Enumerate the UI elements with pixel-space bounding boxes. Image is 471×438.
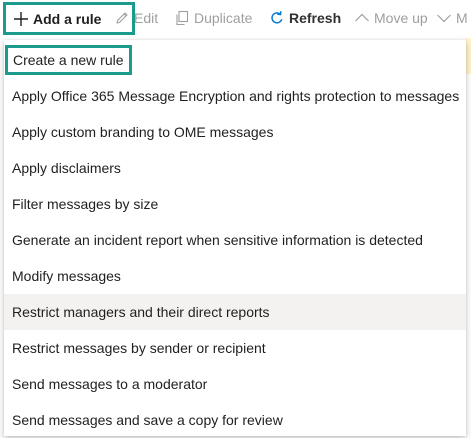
menu-item-filter-by-size[interactable]: Filter messages by size xyxy=(4,186,466,222)
menu-item-label: Generate an incident report when sensiti… xyxy=(12,232,423,248)
edit-label: Edit xyxy=(134,10,159,26)
menu-item-label: Restrict managers and their direct repor… xyxy=(12,304,270,320)
plus-icon xyxy=(13,11,29,27)
menu-item-label: Apply disclaimers xyxy=(12,160,121,176)
menu-item-restrict-sender-recipient[interactable]: Restrict messages by sender or recipient xyxy=(4,330,466,366)
command-bar: Add a rule Edit Duplicate Refresh Move u… xyxy=(0,0,471,36)
duplicate-button[interactable]: Duplicate xyxy=(174,0,252,36)
menu-item-label: Modify messages xyxy=(12,268,121,284)
menu-item-modify-messages[interactable]: Modify messages xyxy=(4,258,466,294)
menu-item-send-and-save-copy[interactable]: Send messages and save a copy for review xyxy=(4,402,466,438)
edit-button[interactable]: Edit xyxy=(114,0,158,36)
refresh-label: Refresh xyxy=(289,10,342,26)
menu-item-label: Apply Office 365 Message Encryption and … xyxy=(12,88,460,104)
chevron-up-icon xyxy=(354,10,370,26)
menu-item-label: Send messages and save a copy for review xyxy=(12,412,283,428)
add-rule-label: Add a rule xyxy=(33,10,102,27)
move-down-partial-label: M xyxy=(456,10,468,26)
menu-item-incident-report[interactable]: Generate an incident report when sensiti… xyxy=(4,222,466,258)
menu-item-create-new-rule[interactable]: Create a new rule xyxy=(4,42,466,78)
chevron-down-icon xyxy=(436,10,452,26)
menu-item-restrict-managers[interactable]: Restrict managers and their direct repor… xyxy=(4,294,466,330)
pencil-icon xyxy=(114,10,130,26)
menu-item-label: Apply custom branding to OME messages xyxy=(12,124,274,140)
move-up-button[interactable]: Move up xyxy=(354,0,428,36)
menu-item-apply-encryption[interactable]: Apply Office 365 Message Encryption and … xyxy=(4,78,466,114)
menu-item-label: Create a new rule xyxy=(5,45,132,75)
add-rule-dropdown-menu: Create a new rule Apply Office 365 Messa… xyxy=(4,40,466,436)
menu-item-label: Restrict messages by sender or recipient xyxy=(12,340,266,356)
copy-icon xyxy=(174,10,190,26)
menu-item-custom-branding[interactable]: Apply custom branding to OME messages xyxy=(4,114,466,150)
move-down-button[interactable]: M xyxy=(436,0,468,36)
refresh-icon xyxy=(269,10,285,26)
menu-item-apply-disclaimers[interactable]: Apply disclaimers xyxy=(4,150,466,186)
refresh-button[interactable]: Refresh xyxy=(269,0,341,36)
menu-item-label: Send messages to a moderator xyxy=(12,376,208,392)
menu-item-label: Filter messages by size xyxy=(12,196,159,212)
duplicate-label: Duplicate xyxy=(194,10,253,26)
menu-item-send-to-moderator[interactable]: Send messages to a moderator xyxy=(4,366,466,402)
move-up-label: Move up xyxy=(374,10,428,26)
